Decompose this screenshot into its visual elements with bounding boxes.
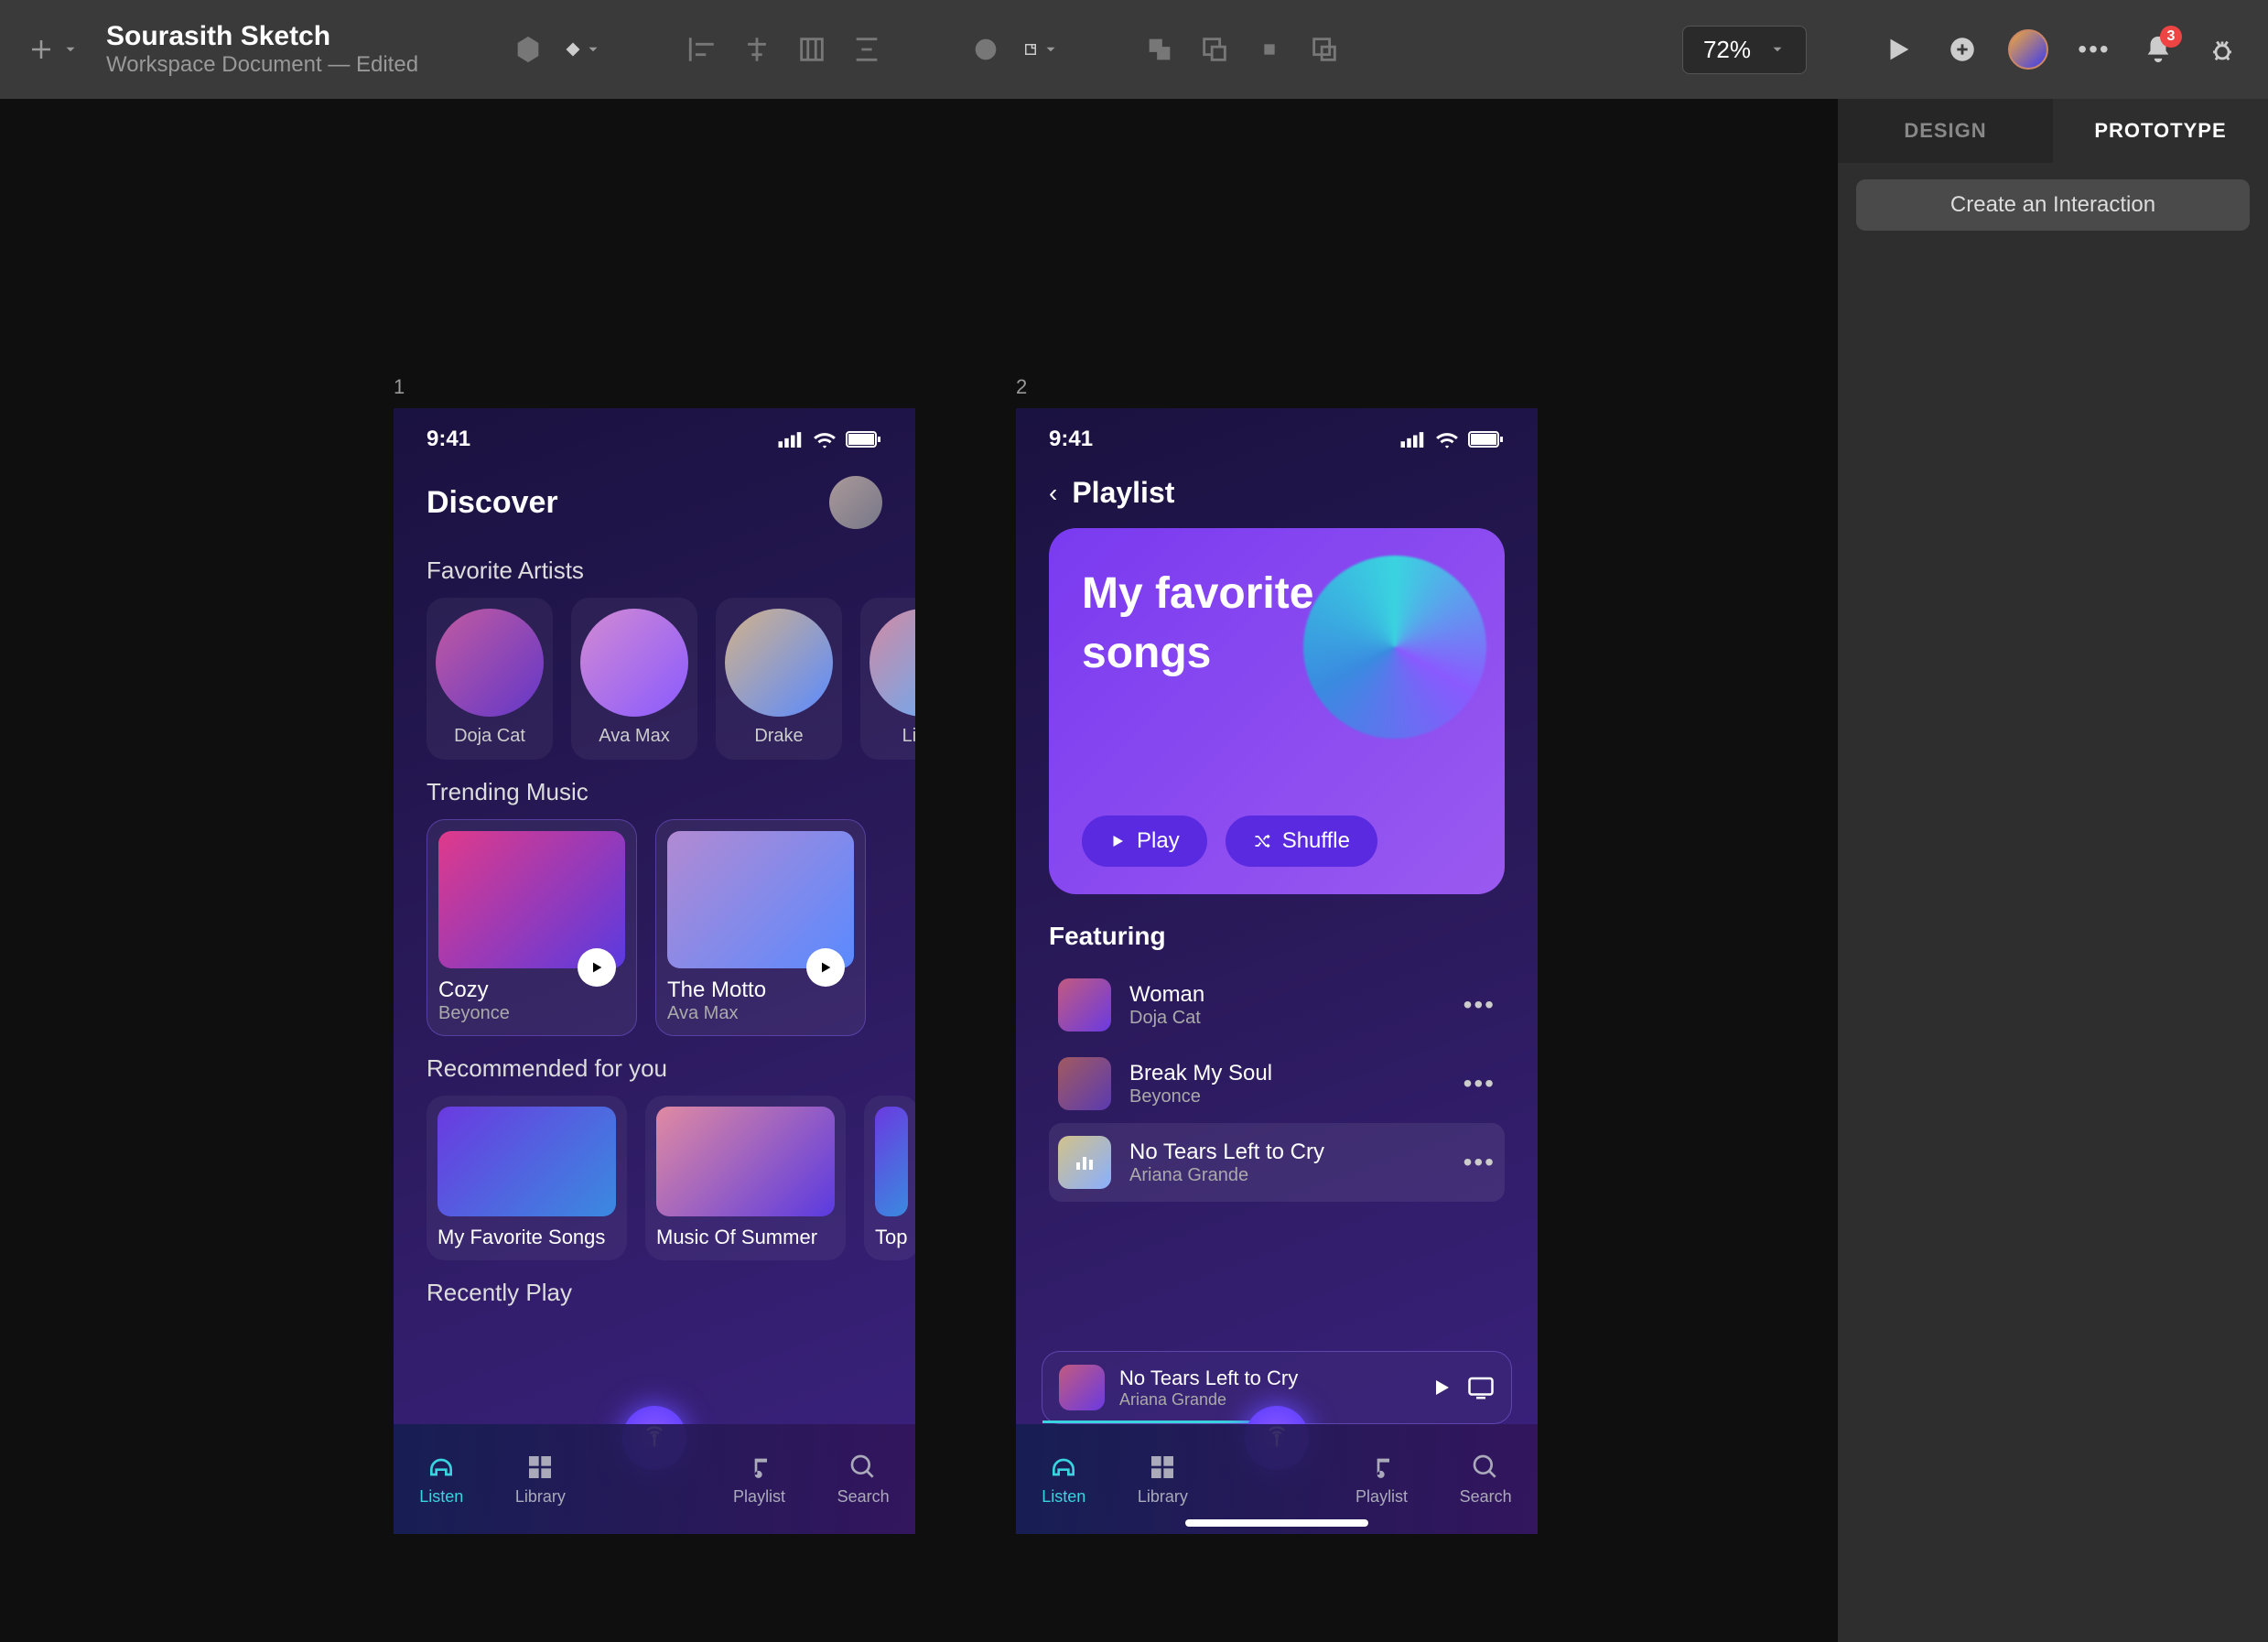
progress-bar	[1042, 1421, 1253, 1423]
play-icon[interactable]	[806, 948, 845, 987]
distribute-icon[interactable]	[848, 31, 885, 68]
boolean-intersect-icon[interactable]	[1251, 31, 1288, 68]
back-chevron-icon[interactable]: ‹	[1049, 479, 1057, 508]
bottom-nav: Listen Library Playlist Search	[1016, 1424, 1538, 1534]
align-left-icon[interactable]	[684, 31, 720, 68]
section-favorite-artists: Favorite Artists	[394, 538, 915, 598]
section-trending: Trending Music	[394, 760, 915, 819]
align-group-icon[interactable]	[794, 31, 830, 68]
play-button[interactable]: Play	[1082, 816, 1207, 867]
play-icon[interactable]	[1431, 1377, 1453, 1399]
shape-diamond-icon[interactable]	[565, 31, 601, 68]
recommendation-card[interactable]: Music Of Summer	[645, 1096, 846, 1260]
create-interaction-button[interactable]: Create an Interaction	[1856, 179, 2250, 231]
status-time: 9:41	[1049, 427, 1093, 452]
screen-title: Discover	[427, 485, 558, 521]
status-time: 9:41	[427, 427, 470, 452]
artboard-label[interactable]: 2	[1016, 375, 1538, 399]
boolean-subtract-icon[interactable]	[1196, 31, 1233, 68]
nav-library[interactable]: Library	[515, 1453, 566, 1507]
shape-hexagon-icon[interactable]	[510, 31, 546, 68]
nav-listen[interactable]: Listen	[1042, 1453, 1085, 1507]
nav-listen[interactable]: Listen	[419, 1453, 463, 1507]
mask-icon[interactable]	[967, 31, 1004, 68]
canvas-area[interactable]: 1 9:41 Discover Favorite Artists Doja	[0, 99, 1838, 1642]
screen-header: Playlist	[1072, 476, 1174, 510]
nav-library[interactable]: Library	[1138, 1453, 1188, 1507]
trending-card[interactable]: The Motto Ava Max	[655, 819, 866, 1036]
recommendation-card[interactable]: My Favorite Songs	[427, 1096, 627, 1260]
notification-badge: 3	[2160, 26, 2182, 48]
nav-search[interactable]: Search	[1460, 1453, 1512, 1507]
document-title-area: Sourasith Sketch Workspace Document — Ed…	[106, 21, 418, 78]
play-icon[interactable]	[578, 948, 616, 987]
top-toolbar: Sourasith Sketch Workspace Document — Ed…	[0, 0, 2268, 99]
track-row[interactable]: WomanDoja Cat•••	[1049, 966, 1505, 1044]
artist-card[interactable]: Drake	[716, 598, 842, 760]
track-row[interactable]: Break My SoulBeyonce•••	[1049, 1044, 1505, 1123]
artist-card[interactable]: Ava Max	[571, 598, 697, 760]
track-more-icon[interactable]: •••	[1463, 1148, 1496, 1177]
artboard-playlist[interactable]: 9:41 ‹ Playlist My favorite songs Play	[1016, 408, 1538, 1534]
bottom-nav: Listen Library Playlist Search	[394, 1424, 915, 1534]
cast-icon[interactable]	[1467, 1376, 1495, 1399]
artboard-discover[interactable]: 9:41 Discover Favorite Artists Doja Cat …	[394, 408, 915, 1534]
document-subtitle: Workspace Document — Edited	[106, 52, 418, 78]
nav-playlist[interactable]: Playlist	[1355, 1453, 1408, 1507]
preview-play-icon[interactable]	[1880, 31, 1917, 68]
add-button[interactable]	[27, 36, 79, 63]
section-recent: Recently Play	[394, 1260, 915, 1320]
artboard-label[interactable]: 1	[394, 375, 915, 399]
trending-card[interactable]: Cozy Beyonce	[427, 819, 637, 1036]
bug-icon[interactable]	[2204, 31, 2241, 68]
zoom-value: 72%	[1703, 36, 1751, 64]
playlist-title: My favorite songs	[1082, 565, 1316, 684]
track-more-icon[interactable]: •••	[1463, 1069, 1496, 1098]
tab-prototype[interactable]: PROTOTYPE	[2053, 99, 2268, 163]
align-center-icon[interactable]	[739, 31, 775, 68]
track-row[interactable]: No Tears Left to CryAriana Grande•••	[1049, 1123, 1505, 1202]
track-more-icon[interactable]: •••	[1463, 990, 1496, 1020]
nav-playlist[interactable]: Playlist	[733, 1453, 785, 1507]
profile-avatar[interactable]	[829, 476, 882, 529]
section-recommended: Recommended for you	[394, 1036, 915, 1096]
zoom-selector[interactable]: 72%	[1682, 26, 1807, 74]
recommendation-card[interactable]: Top o	[864, 1096, 915, 1260]
section-featuring: Featuring	[1049, 922, 1505, 951]
user-avatar[interactable]	[2008, 29, 2048, 70]
shuffle-button[interactable]: Shuffle	[1226, 816, 1377, 867]
nav-search[interactable]: Search	[837, 1453, 890, 1507]
artist-card[interactable]: Lizzo	[860, 598, 915, 760]
cloud-add-icon[interactable]	[1944, 31, 1981, 68]
status-icons	[778, 430, 882, 448]
artist-card[interactable]: Doja Cat	[427, 598, 553, 760]
home-indicator	[1185, 1519, 1368, 1527]
tab-design[interactable]: DESIGN	[1838, 99, 2053, 163]
notifications-icon[interactable]: 3	[2140, 31, 2176, 68]
document-title: Sourasith Sketch	[106, 21, 418, 52]
more-menu-icon[interactable]: •••	[2076, 31, 2112, 68]
boolean-union-icon[interactable]	[1141, 31, 1178, 68]
resize-icon[interactable]	[1022, 31, 1059, 68]
hero-artwork	[1303, 556, 1486, 739]
playlist-hero: My favorite songs Play Shuffle	[1049, 528, 1505, 894]
status-icons	[1400, 430, 1505, 448]
boolean-difference-icon[interactable]	[1306, 31, 1343, 68]
right-panel: DESIGN PROTOTYPE Create an Interaction	[1838, 99, 2268, 1642]
